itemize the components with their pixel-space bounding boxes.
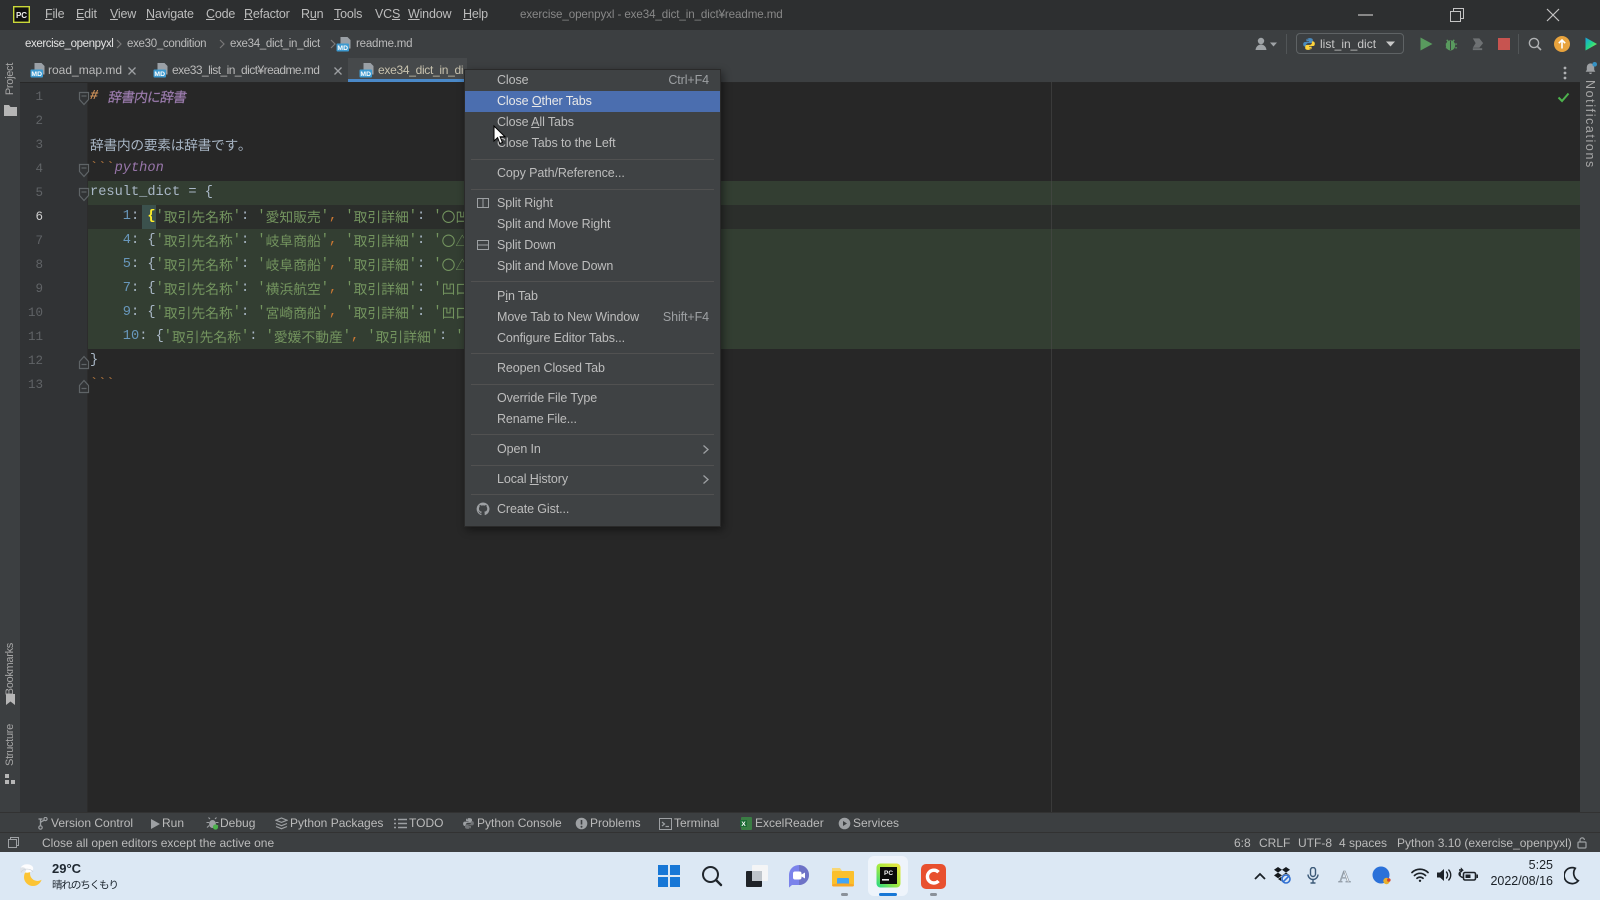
svg-text:A: A xyxy=(1338,867,1351,884)
svg-text:MD: MD xyxy=(360,71,371,78)
svg-text:MD: MD xyxy=(154,71,165,78)
svg-text:PC: PC xyxy=(884,870,893,877)
svg-text:MD: MD xyxy=(337,45,348,52)
svg-text:PC: PC xyxy=(16,11,27,20)
svg-text:MD: MD xyxy=(31,71,42,78)
svg-text:X: X xyxy=(741,821,746,828)
